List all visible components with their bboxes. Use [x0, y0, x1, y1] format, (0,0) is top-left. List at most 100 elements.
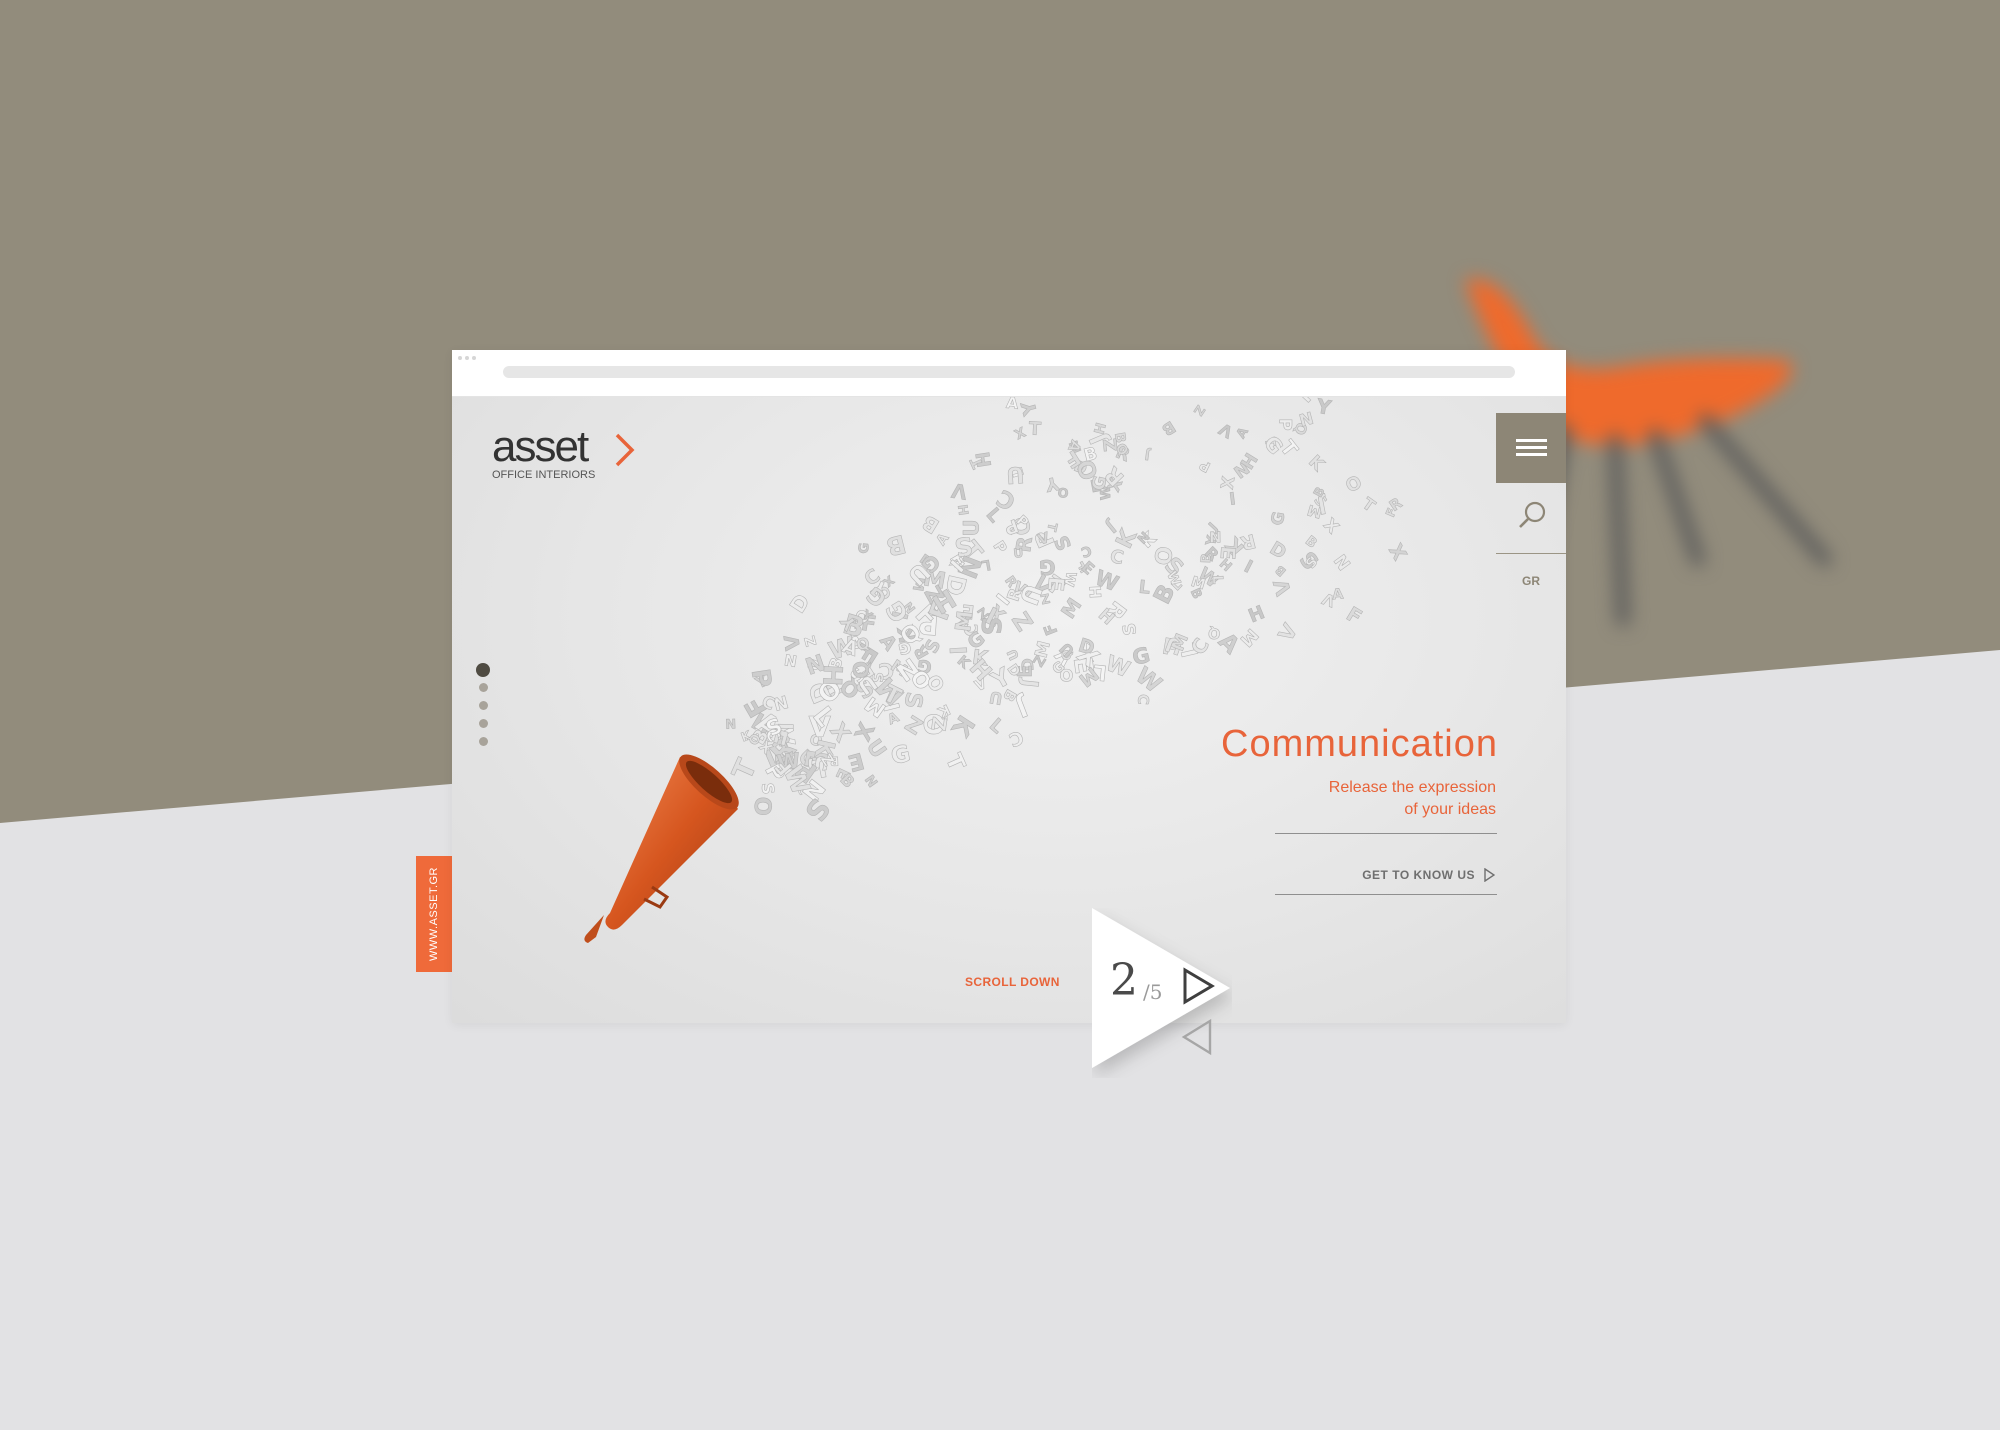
- letter-particle: U: [988, 687, 1004, 708]
- cta-label: GET TO KNOW US: [1362, 868, 1475, 882]
- pager-dot[interactable]: [479, 737, 488, 746]
- letter-particle: Q: [848, 660, 874, 680]
- window-controls[interactable]: [458, 356, 476, 360]
- letter-particle: V: [1215, 419, 1236, 442]
- letter-particle: N: [1331, 550, 1356, 573]
- letter-particle: V: [780, 633, 805, 652]
- letter-particle: B: [1158, 417, 1179, 440]
- letter-particle: I: [944, 645, 970, 655]
- next-slide-button[interactable]: [1180, 966, 1216, 1006]
- letter-particle: S: [798, 792, 837, 828]
- letter-particle: A: [933, 530, 952, 548]
- letter-particle: T: [940, 750, 970, 775]
- letter-particle: H: [1246, 602, 1268, 627]
- letter-particle: V: [1269, 576, 1296, 598]
- letter-particle: Y: [1017, 398, 1042, 418]
- letter-particle: P: [746, 667, 778, 690]
- logo[interactable]: asset OFFICE INTERIORS: [492, 422, 635, 481]
- letter-particle: S: [975, 616, 1005, 635]
- letter-particle: H: [954, 504, 970, 517]
- address-bar[interactable]: [503, 366, 1515, 378]
- letter-particle: Z: [1191, 403, 1209, 419]
- letter-particle: J: [1144, 446, 1152, 462]
- scroll-down-link[interactable]: SCROLL DOWN: [965, 975, 1060, 989]
- letter-particle: Q: [1208, 624, 1221, 641]
- hero-subtitle: Release the expression of your ideas: [1329, 777, 1496, 821]
- search-icon: [1519, 501, 1546, 528]
- letter-particle: H: [973, 450, 996, 469]
- letter-particle: X: [1217, 475, 1239, 491]
- letter-particle: P: [989, 538, 1010, 557]
- page-viewport: WGZHUGCMDQTZGVDHTJPXKVUZATKNCAQFESKDCZIC…: [452, 397, 1566, 1023]
- letter-particle: M: [1057, 594, 1087, 623]
- letter-particle: X: [1011, 423, 1027, 441]
- language-switch[interactable]: GR: [1496, 574, 1566, 588]
- megaphone-icon: [584, 754, 739, 943]
- letter-particle: A: [1234, 425, 1252, 441]
- letter-particle: G: [888, 739, 913, 770]
- letter-particle: M: [1236, 624, 1262, 650]
- slide-pager: [476, 663, 496, 755]
- pager-dot[interactable]: [476, 663, 490, 677]
- letter-particle: B: [1272, 562, 1288, 579]
- letter-particle: F: [1342, 602, 1366, 630]
- letter-particle: D: [785, 590, 815, 618]
- browser-window: WGZHUGCMDQTZGVDHTJPXKVUZATKNCAQFESKDCZIC…: [452, 350, 1566, 1023]
- cta-divider-top: [1275, 833, 1497, 834]
- play-arrow-icon: [1484, 868, 1495, 882]
- letter-particle: N: [783, 650, 798, 670]
- letter-particle: G: [1130, 642, 1153, 670]
- pager-dot[interactable]: [479, 701, 488, 710]
- letter-particle: F: [1040, 621, 1062, 638]
- letter-particle: U: [1013, 546, 1024, 561]
- logo-subtitle: OFFICE INTERIORS: [492, 469, 596, 481]
- slide-current: 2: [1110, 955, 1138, 1006]
- letter-particle: G: [1267, 510, 1288, 527]
- letter-particle: H: [816, 664, 847, 687]
- hero-title: Communication: [1221, 723, 1498, 765]
- letter-particle: O: [1342, 472, 1365, 498]
- letter-particle: L: [1209, 575, 1225, 585]
- prev-slide-button[interactable]: [1180, 1017, 1214, 1057]
- hero-subtitle-line2: of your ideas: [1404, 801, 1496, 818]
- letter-particle: L: [1138, 577, 1151, 599]
- letter-particle: C: [1006, 725, 1027, 750]
- cta-divider-bottom: [1275, 894, 1497, 895]
- letter-particle: C: [1108, 546, 1125, 569]
- letter-particle: V: [1274, 619, 1303, 645]
- site-url-label: WWW.ASSET.GR: [428, 867, 440, 961]
- pager-dot[interactable]: [479, 719, 488, 728]
- letter-particle: O: [1059, 665, 1073, 684]
- letter-particle: A: [1332, 586, 1345, 603]
- search-button[interactable]: [1496, 483, 1566, 554]
- letter-particle: U: [1005, 461, 1025, 488]
- letter-particle: O: [1057, 485, 1070, 501]
- triangle-left-icon: [1181, 1018, 1212, 1056]
- letter-particle: N: [725, 715, 736, 730]
- slide-total: /5: [1143, 980, 1163, 1004]
- letter-particle: Z: [1006, 607, 1038, 636]
- logo-chevron-icon: [615, 433, 635, 467]
- letter-particle: L: [1092, 660, 1108, 685]
- letter-particle: S: [1120, 621, 1142, 636]
- letter-particle: O: [1150, 545, 1179, 568]
- letter-particle: L: [985, 715, 1008, 739]
- get-to-know-us-link[interactable]: GET TO KNOW US: [1362, 868, 1495, 882]
- letter-particle: T: [1359, 494, 1379, 516]
- letter-particle: T: [1028, 418, 1042, 440]
- letter-particle: D: [1266, 538, 1290, 564]
- letter-particle: Z: [802, 634, 820, 648]
- logo-wordmark: asset: [492, 422, 589, 471]
- pager-dot[interactable]: [479, 683, 488, 692]
- letter-particle: V: [949, 478, 968, 503]
- letter-particle: M: [1030, 639, 1053, 660]
- site-url-tab[interactable]: WWW.ASSET.GR: [416, 856, 452, 972]
- hero-subtitle-line1: Release the expression: [1328, 779, 1496, 796]
- letter-particle: K: [1304, 452, 1328, 476]
- hamburger-icon: [1516, 439, 1547, 442]
- browser-chrome: [452, 350, 1566, 397]
- letter-particle: P: [1197, 456, 1213, 475]
- letter-particle: N: [861, 773, 880, 791]
- letter-particle: J: [1102, 516, 1120, 536]
- menu-button[interactable]: [1496, 413, 1566, 483]
